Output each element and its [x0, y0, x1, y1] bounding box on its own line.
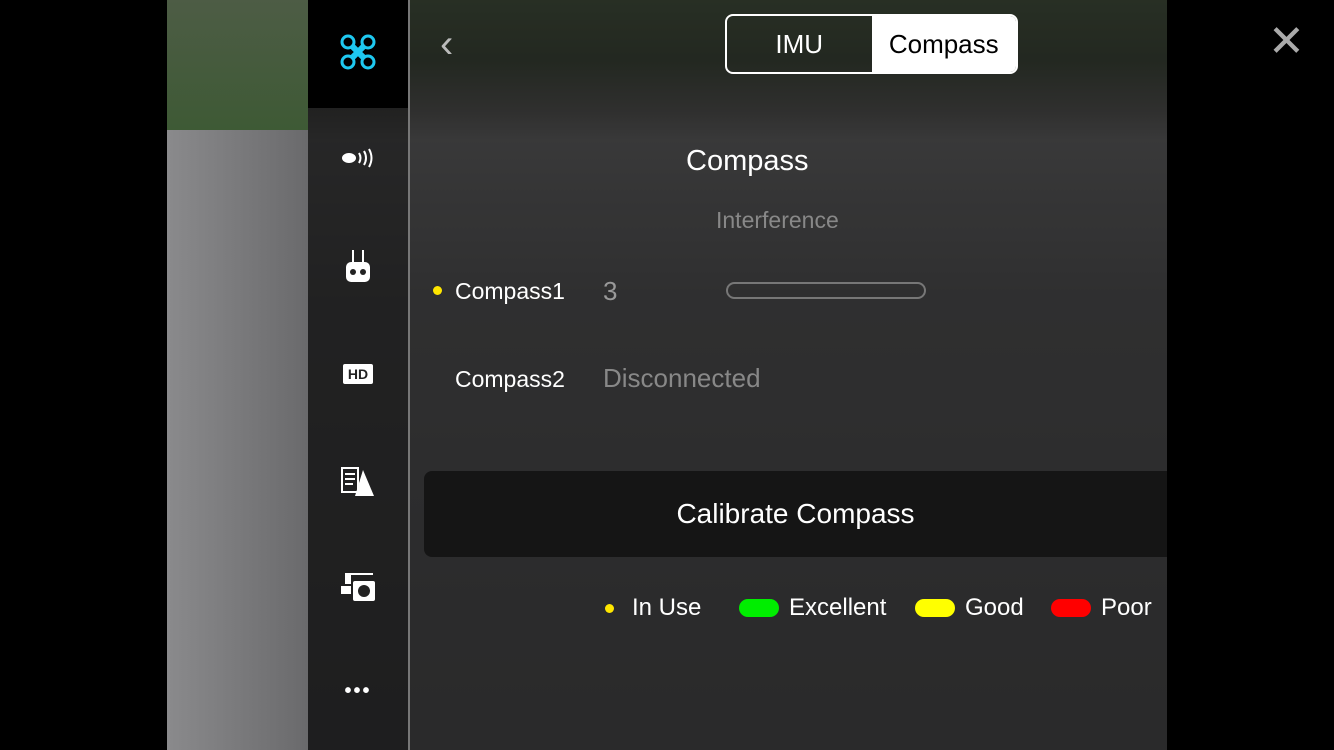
close-icon[interactable]: ✕ [1268, 20, 1305, 64]
settings-sidebar: HD ••• [308, 0, 408, 750]
compass2-status: Disconnected [603, 363, 761, 393]
checklist-navigation-icon[interactable] [308, 464, 408, 504]
imu-compass-segmented-control: IMU Compass [725, 14, 1018, 74]
aircraft-icon[interactable] [308, 34, 408, 76]
legend-poor: Poor [1101, 594, 1152, 621]
compass2-name: Compass2 [455, 366, 565, 392]
legend-in-use-dot [605, 604, 614, 613]
legend-good-swatch [915, 599, 955, 617]
compass1-value: 3 [603, 276, 618, 306]
calibrate-compass-label: Calibrate Compass [676, 498, 915, 529]
compass1-interference-bar [726, 282, 926, 299]
tab-imu[interactable]: IMU [727, 16, 872, 72]
legend-in-use: In Use [632, 594, 702, 621]
signal-icon[interactable] [308, 146, 408, 176]
calibrate-compass-button[interactable]: Calibrate Compass [424, 471, 1167, 557]
hd-icon[interactable]: HD [308, 362, 408, 385]
tab-compass[interactable]: Compass [871, 16, 1016, 72]
back-chevron-icon[interactable]: ‹ [440, 24, 453, 64]
in-use-dot [433, 286, 442, 295]
more-icon[interactable]: ••• [308, 680, 408, 703]
legend-excellent-swatch [739, 599, 779, 617]
compass1-name: Compass1 [455, 278, 565, 304]
gimbal-camera-icon[interactable] [308, 572, 408, 608]
page-title: Compass [686, 145, 809, 177]
legend-excellent: Excellent [789, 594, 887, 621]
interference-header: Interference [716, 207, 839, 233]
remote-controller-icon[interactable] [308, 250, 408, 292]
hd-label: HD [342, 364, 374, 384]
legend-poor-swatch [1051, 599, 1091, 617]
legend-good: Good [965, 594, 1024, 621]
